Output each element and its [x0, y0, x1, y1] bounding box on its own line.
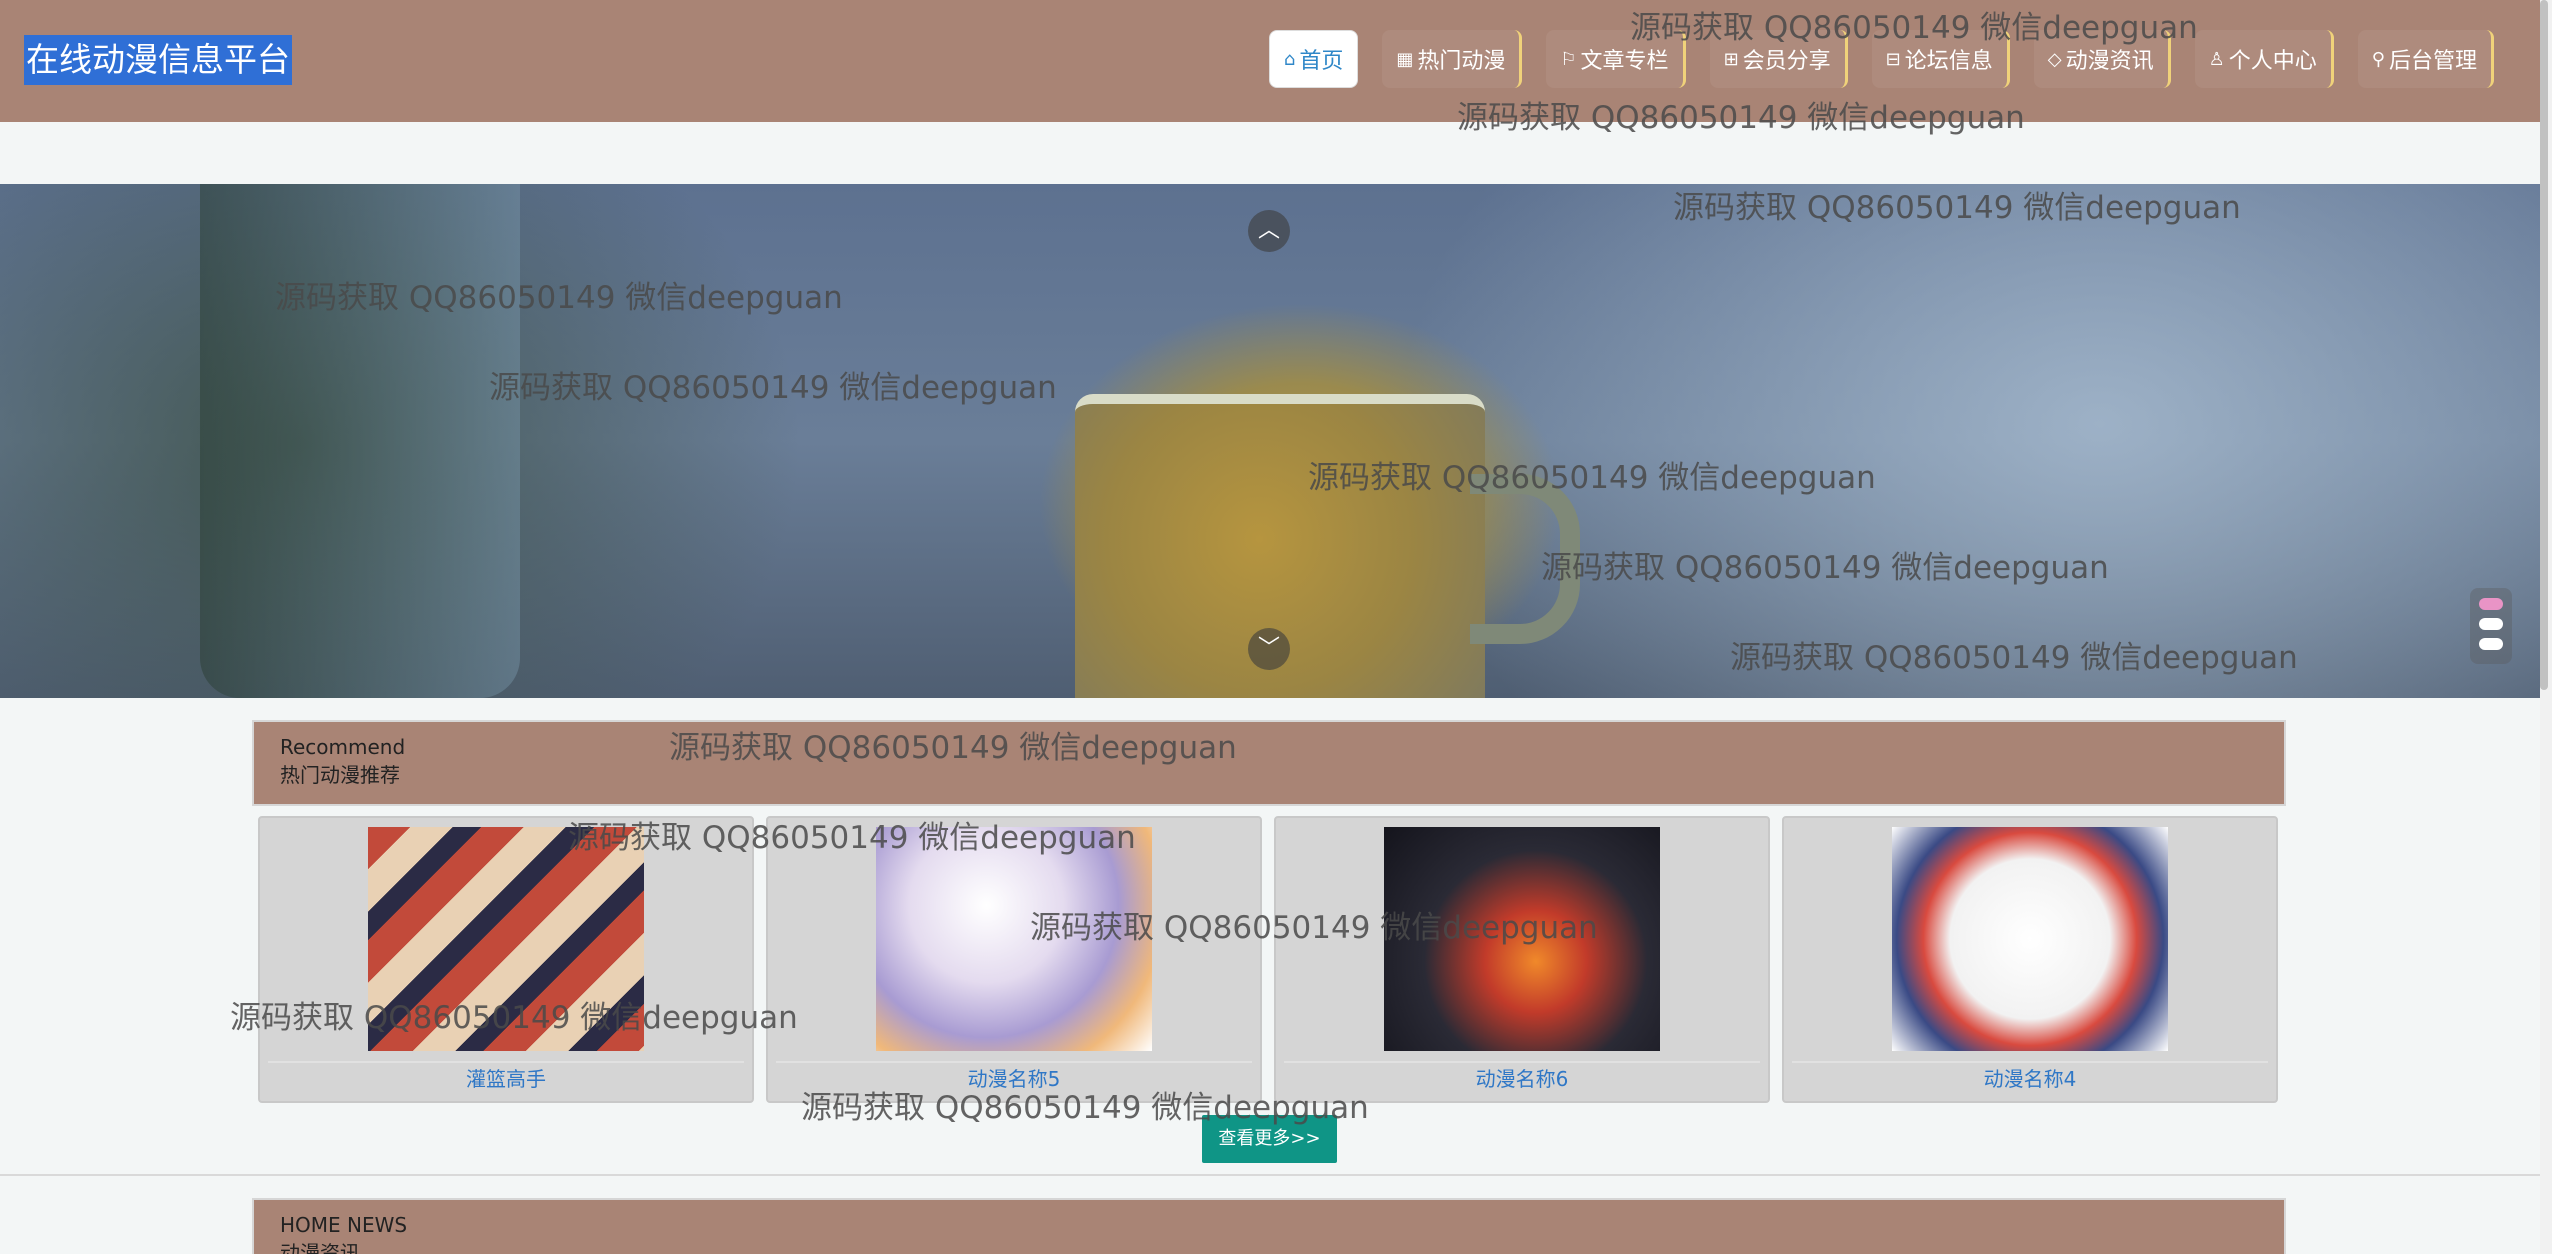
flag-icon: ⚐ — [1560, 48, 1577, 70]
chevron-up-icon[interactable]: ︿ — [1248, 210, 1290, 252]
header: 在线动漫信息平台 ⌂ 首页 ▦ 热门动漫 ⚐ 文章专栏 ⊞ 会员分享 ⊟ 论坛信息 ◇ 动漫… — [0, 0, 2540, 122]
scrollbar-thumb[interactable] — [2540, 0, 2548, 690]
nav-label: 文章专栏 — [1580, 49, 1669, 74]
nav-profile[interactable]: ♙ 个人中心 — [2194, 30, 2334, 88]
section-title-en: Recommend — [280, 735, 406, 759]
nav-label: 个人中心 — [2228, 49, 2317, 74]
nav-forum[interactable]: ⊟ 论坛信息 — [1871, 30, 2010, 88]
carousel-dot[interactable] — [2479, 618, 2503, 630]
carousel-indicators — [2470, 588, 2512, 664]
nav-label: 首页 — [1299, 49, 1344, 74]
banner-carousel[interactable]: ︿ ﹀ — [0, 184, 2540, 698]
gift-icon: ⊞ — [1723, 48, 1739, 70]
vertical-scrollbar[interactable] — [2540, 0, 2552, 1254]
banner-cup-handle — [1470, 474, 1580, 644]
carousel-dot[interactable] — [2479, 638, 2503, 650]
section-title-cn: 热门动漫推荐 — [280, 763, 400, 787]
link-icon: ⚲ — [2371, 48, 2385, 70]
nav-label: 动漫资讯 — [2065, 49, 2154, 74]
nav-member-share[interactable]: ⊞ 会员分享 — [1709, 30, 1848, 88]
tag-icon: ◇ — [2047, 48, 2062, 70]
printer-icon: ⊟ — [1885, 48, 1901, 70]
nav-label: 会员分享 — [1742, 49, 1831, 74]
anime-cover-image[interactable] — [1892, 827, 2168, 1051]
nav-label: 后台管理 — [2388, 49, 2477, 74]
anime-card[interactable]: 动漫名称6 — [1274, 816, 1770, 1103]
anime-cover-image[interactable] — [876, 827, 1152, 1051]
user-icon: ♙ — [2208, 48, 2225, 70]
nav-hot-anime[interactable]: ▦ 热门动漫 — [1382, 30, 1523, 88]
chevron-down-icon[interactable]: ﹀ — [1248, 628, 1290, 670]
anime-cover-image[interactable] — [368, 827, 644, 1051]
nav-news[interactable]: ◇ 动漫资讯 — [2033, 30, 2171, 88]
section-divider — [0, 1174, 2540, 1176]
view-more-button[interactable]: 查看更多>> — [1202, 1115, 1337, 1163]
section-title-cn: 动漫资讯 — [280, 1241, 360, 1254]
anime-title-link[interactable]: 动漫名称5 — [776, 1061, 1252, 1093]
anime-card-list: 灌篮高手 动漫名称5 动漫名称6 动漫名称4 — [258, 816, 2278, 1103]
nav-articles[interactable]: ⚐ 文章专栏 — [1546, 30, 1686, 88]
banner-plant-image — [200, 184, 520, 698]
home-icon: ⌂ — [1283, 48, 1296, 70]
nav-home[interactable]: ⌂ 首页 — [1268, 30, 1359, 88]
carousel-dot[interactable] — [2479, 598, 2503, 610]
nav-label: 论坛信息 — [1904, 49, 1993, 74]
site-logo[interactable]: 在线动漫信息平台 — [24, 35, 292, 85]
recommend-section-header: Recommend 热门动漫推荐 — [252, 720, 2286, 806]
main-nav: ⌂ 首页 ▦ 热门动漫 ⚐ 文章专栏 ⊞ 会员分享 ⊟ 论坛信息 ◇ 动漫资讯 ♙ 个人中心 … — [1268, 30, 2494, 88]
nav-label: 热门动漫 — [1417, 49, 1506, 74]
nav-admin[interactable]: ⚲ 后台管理 — [2357, 30, 2494, 88]
anime-card[interactable]: 动漫名称4 — [1782, 816, 2278, 1103]
anime-title-link[interactable]: 灌篮高手 — [268, 1061, 744, 1093]
section-title-en: HOME NEWS — [280, 1213, 408, 1237]
anime-title-link[interactable]: 动漫名称6 — [1284, 1061, 1760, 1093]
anime-card[interactable]: 灌篮高手 — [258, 816, 754, 1103]
anime-cover-image[interactable] — [1384, 827, 1660, 1051]
anime-card[interactable]: 动漫名称5 — [766, 816, 1262, 1103]
anime-title-link[interactable]: 动漫名称4 — [1792, 1061, 2268, 1093]
news-section-header: HOME NEWS 动漫资讯 — [252, 1198, 2286, 1254]
grid-icon: ▦ — [1396, 48, 1414, 70]
